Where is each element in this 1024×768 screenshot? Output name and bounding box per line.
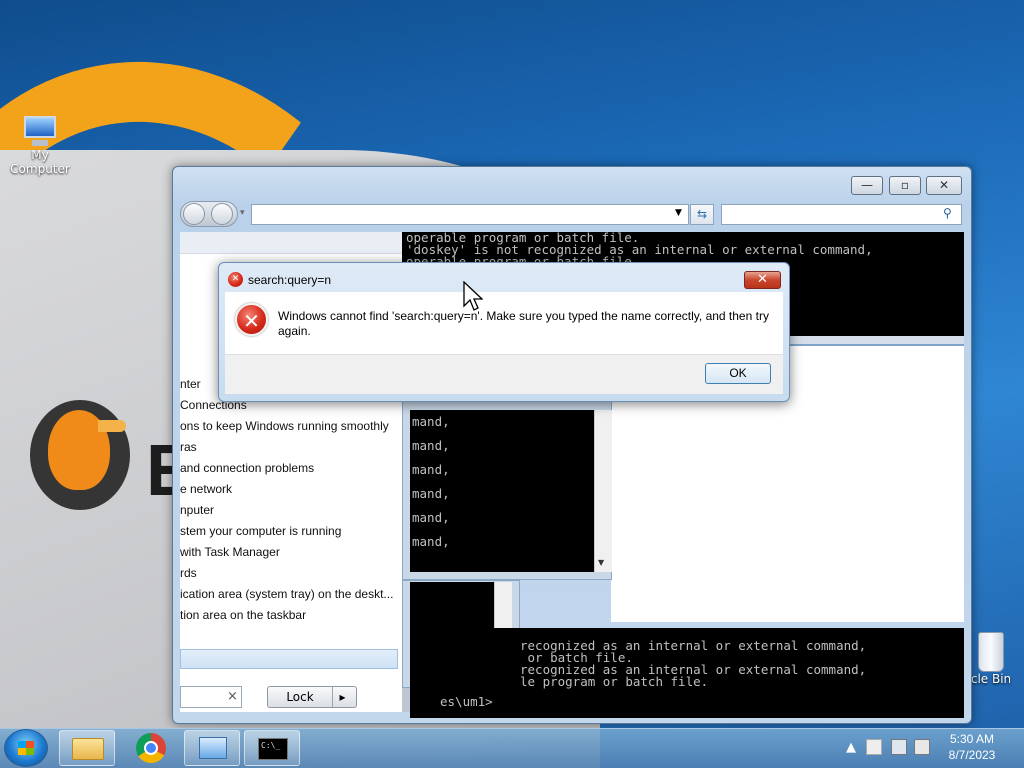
folder-icon — [72, 738, 104, 760]
volume-muted-icon[interactable] — [914, 739, 930, 755]
maximize-button[interactable]: ▫ — [889, 176, 921, 195]
scroll-down-arrow-icon[interactable]: ▼ — [598, 558, 604, 567]
start-button[interactable] — [4, 729, 48, 767]
console-prompt: es\um1> — [440, 694, 493, 709]
ok-button[interactable]: OK — [705, 363, 771, 384]
console-line: le program or batch file. — [520, 674, 709, 689]
list-item[interactable]: e network — [180, 482, 395, 496]
clear-search-icon[interactable]: × — [227, 689, 238, 704]
console-line: mand, — [412, 534, 450, 549]
list-item[interactable]: ication area (system tray) on the deskt.… — [180, 587, 395, 601]
address-bar-input[interactable] — [251, 204, 689, 225]
console-line: mand, — [412, 510, 450, 525]
console-line: mand, — [412, 438, 450, 453]
forward-button[interactable] — [211, 203, 233, 225]
system-clock[interactable]: 5:30 AM 8/7/2023 — [930, 731, 1014, 763]
clock-time: 5:30 AM — [949, 732, 995, 746]
console-mid[interactable]: mand, mand, mand, mand, mand, mand, — [410, 410, 594, 572]
recycle-bin-icon — [978, 632, 1004, 672]
taskbar-cmd-button[interactable]: C:\_ — [244, 730, 300, 766]
search-input[interactable] — [721, 204, 962, 225]
computer-icon — [20, 114, 60, 148]
taskbar-control-panel-button[interactable] — [184, 730, 240, 766]
dialog-footer — [225, 354, 783, 394]
selected-list-item[interactable] — [180, 649, 398, 669]
desktop-icon-my-computer[interactable]: My Computer — [0, 114, 80, 176]
qemu-beak-icon — [98, 420, 126, 432]
taskbar-chrome-button[interactable] — [122, 730, 178, 766]
show-hidden-icons-button[interactable]: ▲ — [846, 740, 856, 755]
list-item[interactable]: stem your computer is running — [180, 524, 395, 538]
list-item[interactable]: and connection problems — [180, 461, 395, 475]
console-scrollbar[interactable] — [594, 410, 612, 572]
back-button[interactable] — [183, 203, 205, 225]
list-item[interactable]: nputer — [180, 503, 395, 517]
list-item[interactable]: rds — [180, 566, 395, 580]
dialog-message-line: again. — [278, 324, 311, 338]
list-item[interactable]: tion area on the taskbar — [180, 608, 395, 622]
error-icon: ✕ — [228, 272, 243, 287]
lock-label: Lock — [286, 690, 314, 704]
console-line: mand, — [412, 462, 450, 477]
list-item[interactable]: ras — [180, 440, 395, 454]
search-icon[interactable]: ⚲ — [943, 206, 952, 220]
refresh-button[interactable]: ⇆ — [690, 204, 714, 225]
taskbar-explorer-button[interactable] — [59, 730, 115, 766]
action-center-flag-icon[interactable] — [866, 739, 882, 755]
recent-pages-chevron-icon[interactable]: ▾ — [240, 208, 245, 218]
desktop-icon-label: My Computer — [10, 148, 70, 176]
left-panel-header — [180, 232, 402, 254]
console-line: mand, — [412, 486, 450, 501]
clock-date: 8/7/2023 — [948, 748, 996, 762]
minimize-button[interactable]: — — [851, 176, 883, 195]
list-item[interactable]: ons to keep Windows running smoothly — [180, 419, 395, 433]
mouse-cursor-icon — [463, 281, 483, 311]
console-bottom[interactable]: command,recognized as an internal or ext… — [410, 628, 964, 718]
control-panel-icon — [199, 737, 227, 759]
close-button[interactable]: ✕ — [926, 176, 962, 195]
windows-logo-icon — [18, 741, 34, 755]
network-icon[interactable] — [891, 739, 907, 755]
dialog-message: Windows cannot find 'search:query=n'. Ma… — [278, 309, 778, 339]
dialog-close-button[interactable]: ✕ — [744, 271, 781, 289]
error-icon: ✕ — [235, 303, 268, 336]
list-item[interactable]: with Task Manager — [180, 545, 395, 559]
lock-options-arrow-icon[interactable]: ▸ — [332, 687, 352, 707]
dialog-message-line: Windows cannot find 'search:query=n'. Ma… — [278, 309, 769, 323]
dialog-title: search:query=n — [248, 273, 332, 287]
chrome-center-icon — [144, 741, 158, 755]
address-dropdown-icon[interactable]: ▼ — [675, 208, 682, 218]
command-prompt-icon: C:\_ — [258, 738, 288, 760]
console-line: mand, — [412, 414, 450, 429]
lock-button[interactable]: Lock ▸ — [267, 686, 357, 708]
